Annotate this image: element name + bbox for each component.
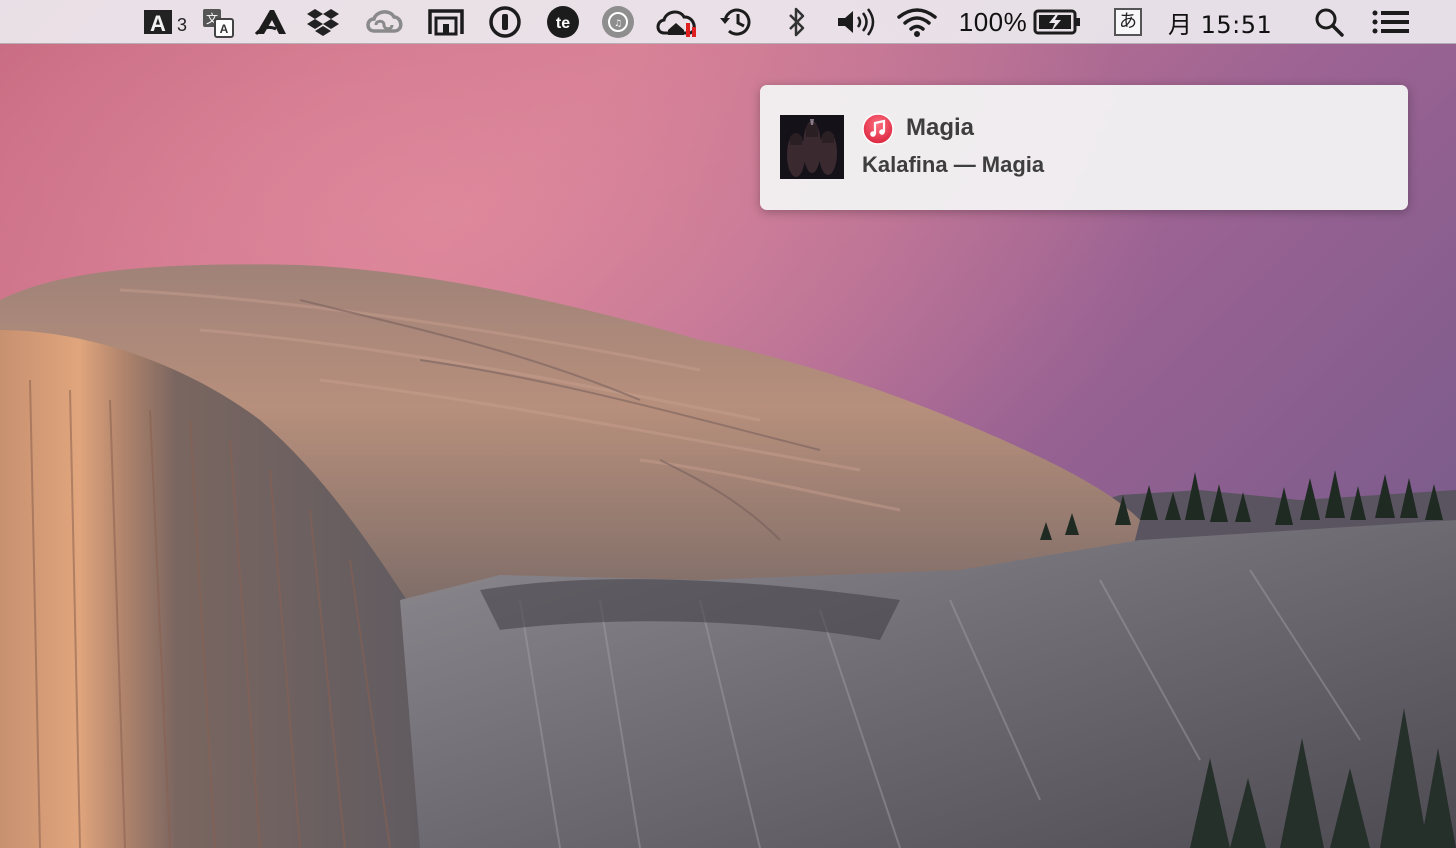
svg-text:A: A	[220, 22, 229, 36]
music-app-icon[interactable]: ♫	[598, 4, 638, 40]
screen-mirroring-icon[interactable]	[424, 4, 468, 40]
creative-cloud-icon[interactable]	[360, 4, 408, 40]
wifi-icon[interactable]	[894, 4, 940, 40]
itunes-icon	[862, 113, 894, 145]
input-method-icon[interactable]: あ	[1110, 4, 1146, 40]
1password-icon[interactable]	[486, 4, 524, 40]
menu-clock[interactable]: 月 15:51	[1168, 4, 1284, 40]
svg-text:♫: ♫	[614, 19, 622, 29]
textexpander-icon[interactable]: te	[543, 4, 583, 40]
svg-text:A: A	[150, 11, 166, 36]
notification-center-icon[interactable]	[1368, 4, 1414, 40]
spotlight-icon[interactable]	[1310, 4, 1348, 40]
album-artwork	[780, 115, 844, 179]
battery-percent-label: 100%	[958, 6, 1028, 37]
svg-text:te: te	[556, 15, 570, 32]
notification-subtitle: Kalafina — Magia	[862, 152, 1045, 177]
adobe-application-manager-icon[interactable]	[250, 4, 292, 40]
bluetooth-icon[interactable]	[780, 4, 814, 40]
time-machine-icon[interactable]	[716, 4, 758, 40]
notification-title: Magia	[906, 114, 975, 141]
clock-label: 月 15:51	[1168, 10, 1273, 39]
menu-bar: A 3 文 A te ♫ 100% あ 月 15:51	[0, 0, 1456, 44]
notification-banner[interactable]: Magia Kalafina — Magia	[760, 85, 1408, 210]
battery-charging-icon[interactable]	[1032, 4, 1084, 40]
dropbox-icon[interactable]	[302, 4, 344, 40]
translate-icon[interactable]: 文 A	[198, 4, 238, 40]
adobe-acrobat-icon[interactable]: A 3	[140, 4, 192, 40]
cloud-home-icon[interactable]	[653, 4, 703, 40]
volume-icon[interactable]	[832, 4, 882, 40]
svg-text:3: 3	[177, 15, 187, 35]
input-method-label: あ	[1119, 11, 1137, 32]
battery-percentage[interactable]: 100%	[958, 4, 1028, 40]
